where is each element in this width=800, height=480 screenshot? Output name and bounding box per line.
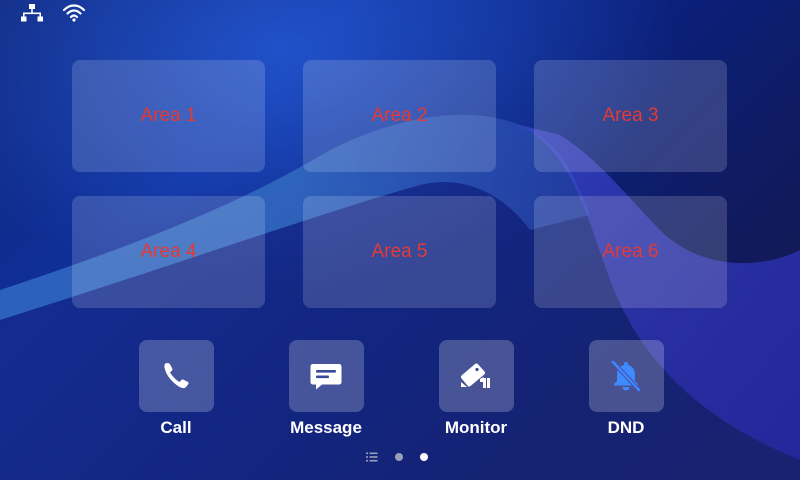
area-grid: Area 1 Area 2 Area 3 Area 4 Area 5 Area … [72,60,728,308]
area-tile-label: Area 1 [140,105,197,126]
page-dots [395,453,428,461]
page-indicator [366,452,428,462]
call-label: Call [160,418,192,437]
call-button[interactable]: Call [120,340,232,438]
message-icon [310,364,342,390]
area-tile-6[interactable]: Area 6 [534,196,727,308]
monitor-label: Monitor [444,418,508,437]
phone-icon [164,363,189,389]
message-label: Message [290,418,362,437]
area-tile-label: Area 3 [602,105,659,126]
area-tile-label: Area 5 [371,241,428,262]
list-icon[interactable] [366,452,378,462]
page-dot[interactable] [395,453,403,461]
status-bar [20,3,86,23]
area-tile-label: Area 4 [140,241,197,262]
wifi-icon [62,4,86,22]
monitor-button-box[interactable] [438,340,514,412]
message-button-box[interactable] [288,340,364,412]
camera-icon [461,363,490,388]
call-button-box[interactable] [138,340,214,412]
area-tile-label: Area 2 [371,105,428,126]
area-tile-1[interactable]: Area 1 [72,60,265,172]
home-screen: Area 1 Area 2 Area 3 Area 4 Area 5 Area … [0,0,800,480]
area-tile-label: Area 6 [602,241,659,262]
quick-actions: Call Message Monitor DND [120,340,682,438]
area-tile-2[interactable]: Area 2 [303,60,496,172]
dnd-label: DND [607,418,645,437]
monitor-button[interactable]: Monitor [420,340,532,438]
message-button[interactable]: Message [270,340,382,438]
bell-off-icon [610,359,642,393]
dnd-button-box[interactable] [588,340,664,412]
area-tile-5[interactable]: Area 5 [303,196,496,308]
dnd-button[interactable]: DND [570,340,682,438]
area-tile-3[interactable]: Area 3 [534,60,727,172]
network-icon [21,4,43,22]
page-dot-active[interactable] [420,453,428,461]
area-tile-4[interactable]: Area 4 [72,196,265,308]
